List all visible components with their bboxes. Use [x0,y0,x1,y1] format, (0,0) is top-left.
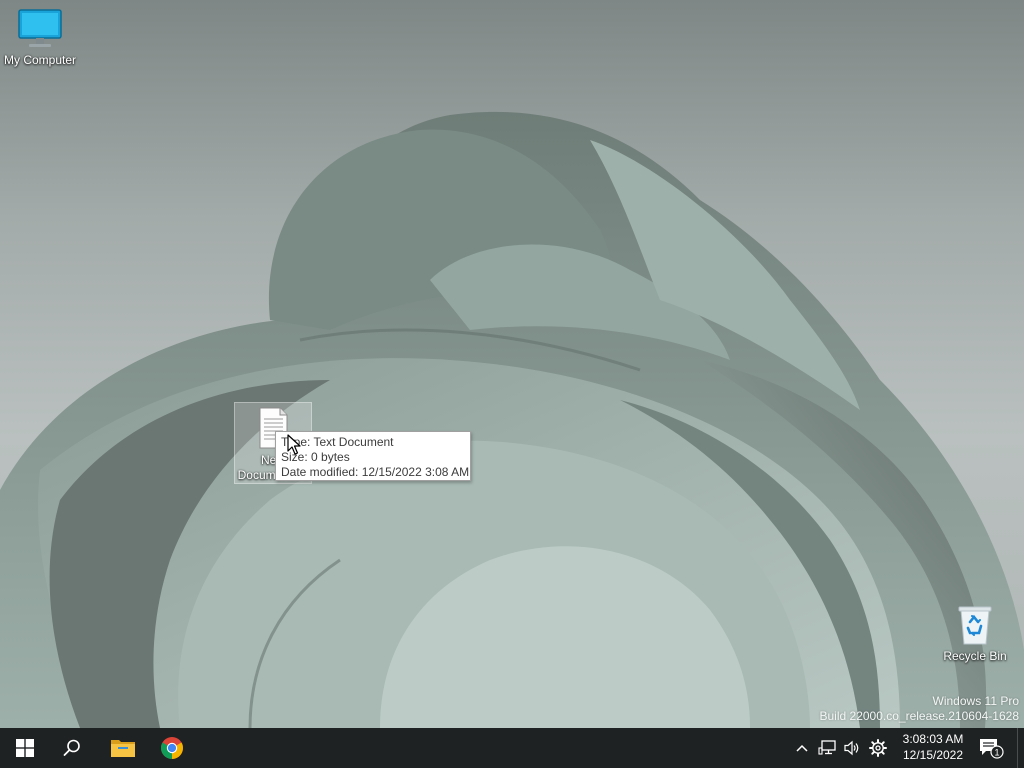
chrome-icon [161,737,183,759]
tooltip-date-modified: Date modified: 12/15/2022 3:08 AM [281,465,470,479]
network-tray-button[interactable] [815,728,839,768]
volume-tray-button[interactable] [840,728,864,768]
file-info-tooltip: Type: Text Document Size: 0 bytes Date m… [275,431,471,481]
clock-date: 12/15/2022 [902,748,964,762]
taskbar: 3:08:03 AM 12/15/2022 1 [0,728,1024,768]
notification-center-button[interactable]: 1 [976,728,1006,768]
watermark-build: Build 22000.co_release.210604-1628 [819,709,1020,723]
watermark-edition: Windows 11 Pro [932,694,1019,708]
windows-version-watermark: Windows 11 Pro Build 22000.co_release.21… [820,694,1020,724]
show-desktop-button[interactable] [1017,728,1024,768]
chrome-button[interactable] [149,728,195,768]
recycle-bin-desktop-icon[interactable]: Recycle Bin [935,604,1015,664]
taskbar-clock[interactable]: 3:08:03 AM 12/15/2022 [893,731,973,763]
network-icon [818,740,836,755]
mouse-pointer-icon [287,434,301,455]
notification-icon: 1 [980,739,1004,759]
chevron-up-icon [796,744,808,752]
clock-time: 3:08:03 AM [902,732,964,746]
settings-gear-icon [869,739,887,757]
monitor-icon [18,9,62,47]
file-explorer-button[interactable] [100,728,146,768]
tooltip-type: Type: Text Document [281,435,394,449]
volume-icon [844,740,859,756]
notification-count: 1 [994,748,999,758]
folder-icon [111,740,135,757]
search-icon [63,739,80,756]
desktop[interactable]: My Computer New Document.txt Recycle Bin… [0,0,1024,728]
my-computer-label: My Computer [3,53,77,67]
recycle-bin-icon [958,606,992,645]
recycle-bin-label: Recycle Bin [943,649,1007,663]
search-button[interactable] [49,728,95,768]
my-computer-desktop-icon[interactable]: My Computer [0,8,80,68]
settings-tray-button[interactable] [866,728,890,768]
start-button[interactable] [2,728,48,768]
tray-overflow-button[interactable] [790,728,814,768]
wallpaper-bloom [0,111,1024,728]
tooltip-size: Size: 0 bytes [281,450,350,464]
windows-logo-icon [16,739,34,757]
